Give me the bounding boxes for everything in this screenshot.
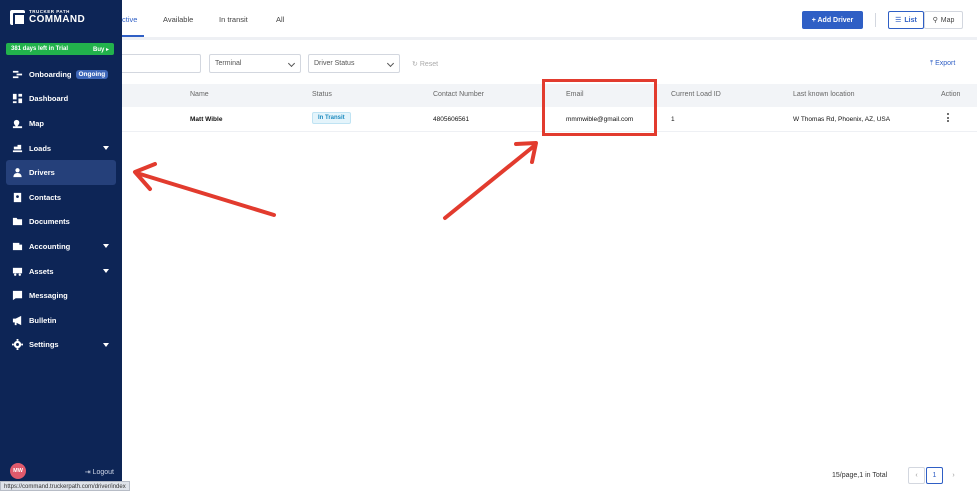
next-page-button[interactable]: › (945, 467, 962, 484)
map-icon (12, 118, 23, 129)
message-icon (12, 290, 23, 301)
sidebar-item-label: Accounting (29, 241, 71, 251)
sidebar-item-settings[interactable]: Settings (0, 333, 122, 358)
sidebar-item-label: Map (29, 118, 44, 128)
export-icon: ⤒ (930, 60, 934, 67)
sidebar-item-label: Loads (29, 143, 52, 153)
megaphone-icon (12, 315, 23, 326)
browser-status-url: https://command.truckerpath.com/driver/i… (0, 481, 130, 491)
list-icon: ☰ (895, 17, 902, 24)
chevron-down-icon (103, 269, 109, 274)
driver-status-select[interactable]: Driver Status (308, 54, 400, 73)
sidebar-item-onboarding[interactable]: Onboarding Ongoing (0, 62, 122, 87)
export-label: Export (935, 60, 956, 67)
status-badge: In Transit (312, 112, 351, 124)
sidebar-item-drivers[interactable]: Drivers (6, 160, 116, 185)
arrow-to-email (443, 141, 538, 220)
logout-button[interactable]: ⇥ Logout (85, 468, 114, 476)
sidebar-item-bulletin[interactable]: Bulletin (0, 308, 122, 333)
page-1-button[interactable]: 1 (926, 467, 943, 484)
pagination-summary: 15/page,1 in Total (832, 472, 888, 479)
toolbar-separator (875, 13, 876, 27)
trial-text: 381 days left in Trial (11, 46, 69, 52)
sidebar-item-map[interactable]: Map (0, 111, 122, 136)
map-label: Map (940, 16, 955, 24)
chevron-down-icon (103, 342, 109, 347)
truck-icon (12, 266, 23, 277)
chevron-down-icon (103, 244, 109, 249)
sidebar-nav: Onboarding Ongoing Dashboard Map Loads D… (0, 62, 122, 357)
driver-phone: 4805606561 (433, 116, 470, 123)
avatar[interactable]: MW (10, 463, 26, 479)
ongoing-badge: Ongoing (75, 69, 109, 79)
sidebar-item-label: Contacts (29, 192, 62, 202)
logo-icon (10, 10, 26, 26)
sidebar-item-label: Documents (29, 217, 70, 227)
driver-location: W Thomas Rd, Phoenix, AZ, USA (793, 116, 891, 123)
tab-active[interactable]: ctive (122, 15, 137, 24)
driver-status-select-label: Driver Status (314, 60, 355, 67)
search-input[interactable] (122, 54, 201, 73)
buy-link[interactable]: Buy ▸ (93, 46, 109, 53)
app-logo[interactable]: TRUCKER PATH COMMAND (10, 10, 86, 26)
driver-name[interactable]: Matt Wible (190, 116, 222, 123)
terminal-select[interactable]: Terminal (209, 54, 301, 73)
sidebar-item-label: Bulletin (29, 315, 57, 325)
chevron-down-icon (103, 146, 109, 151)
tab-in-transit[interactable]: In transit (219, 15, 248, 24)
reset-label: Reset (419, 61, 439, 68)
annotation-arrows (133, 141, 538, 220)
contacts-icon (12, 192, 23, 203)
add-driver-button[interactable]: + Add Driver (802, 11, 863, 29)
map-view-button[interactable]: ⚲ Map (924, 11, 963, 29)
sidebar-item-label: Messaging (29, 291, 68, 301)
trial-banner[interactable]: 381 days left in Trial Buy ▸ (6, 43, 114, 55)
map-pin-icon: ⚲ (932, 17, 938, 24)
logo-big-text: COMMAND (29, 13, 86, 25)
list-view-button[interactable]: ☰ List (888, 11, 924, 29)
driver-load-id[interactable]: 1 (671, 116, 675, 123)
reset-button[interactable]: ↻ Reset (412, 60, 438, 68)
accounting-icon (12, 241, 23, 252)
reset-icon: ↻ (412, 61, 418, 68)
gear-icon (12, 339, 23, 351)
dashboard-icon (12, 93, 23, 104)
sidebar-item-label: Onboarding (29, 69, 72, 79)
row-actions-menu-icon[interactable] (947, 113, 950, 122)
header-contact-number[interactable]: Contact Number (433, 91, 484, 98)
sidebar-item-accounting[interactable]: Accounting (0, 234, 122, 259)
header-status[interactable]: Status (312, 91, 332, 98)
terminal-select-label: Terminal (215, 60, 242, 67)
sidebar-item-messaging[interactable]: Messaging (0, 283, 122, 308)
export-button[interactable]: ⤒ Export (930, 60, 955, 68)
sidebar-item-label: Dashboard (29, 94, 69, 104)
header-divider (122, 37, 977, 40)
arrow-to-drivers (133, 162, 276, 217)
header-name[interactable]: Name (190, 91, 209, 98)
sidebar-item-documents[interactable]: Documents (0, 210, 122, 235)
header-last-location[interactable]: Last known location (793, 91, 854, 98)
sidebar-item-loads[interactable]: Loads (0, 136, 122, 161)
driver-icon (12, 167, 23, 178)
header-action: Action (941, 91, 961, 98)
sidebar-item-label: Assets (29, 266, 54, 276)
prev-page-button[interactable]: ‹ (908, 467, 925, 484)
header-current-load-id[interactable]: Current Load ID (671, 91, 721, 98)
onboarding-icon (12, 69, 23, 80)
sidebar-item-assets[interactable]: Assets (0, 259, 122, 284)
sidebar-item-dashboard[interactable]: Dashboard (0, 87, 122, 112)
sidebar-item-label: Settings (29, 340, 59, 350)
email-highlight-box (542, 79, 657, 136)
sidebar-item-label: Drivers (29, 168, 55, 178)
tab-all[interactable]: All (276, 15, 284, 24)
sidebar-item-contacts[interactable]: Contacts (0, 185, 122, 210)
chevron-down-icon (287, 59, 296, 68)
list-label: List (904, 16, 917, 24)
sidebar: TRUCKER PATH COMMAND 381 days left in Tr… (0, 0, 122, 491)
folder-icon (12, 216, 23, 227)
tab-available[interactable]: Available (163, 15, 193, 24)
loads-icon (12, 143, 23, 154)
chevron-down-icon (386, 59, 395, 68)
